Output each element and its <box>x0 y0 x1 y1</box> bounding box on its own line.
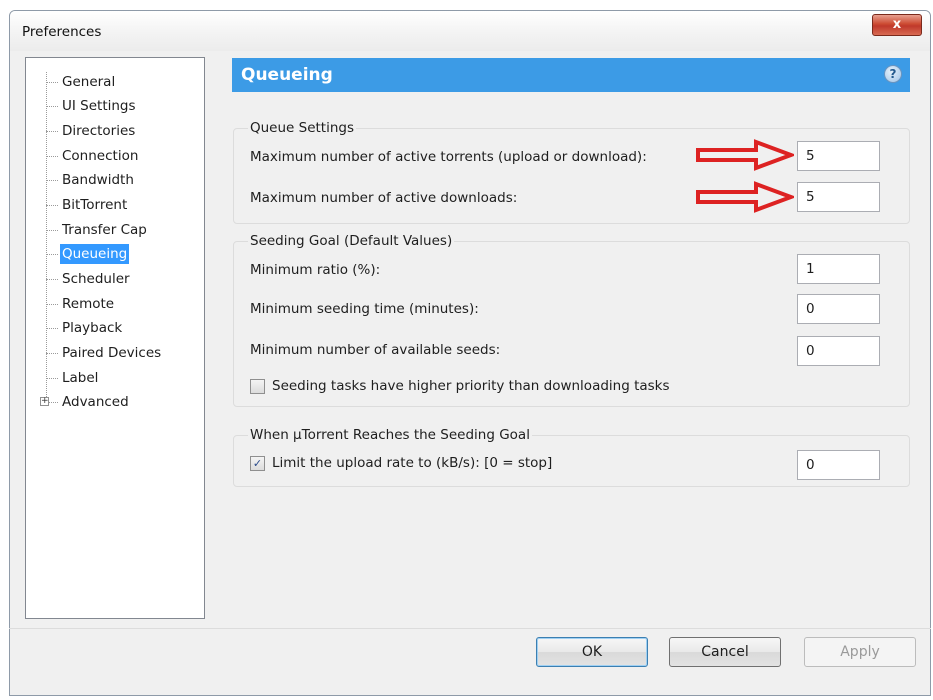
tree-item-label: Remote <box>62 296 115 312</box>
min-seeding-time-label: Minimum seeding time (minutes): <box>250 301 479 317</box>
tree-branch <box>46 205 58 206</box>
min-ratio-label: Minimum ratio (%): <box>250 262 381 278</box>
tree-item-label: Directories <box>62 123 136 139</box>
tree-item-label: Paired Devices <box>62 345 162 361</box>
window-title: Preferences <box>22 24 102 40</box>
tree-branch <box>46 254 58 255</box>
help-icon[interactable]: ? <box>884 65 902 83</box>
close-button[interactable]: x <box>872 14 922 36</box>
tree-branch <box>46 304 58 305</box>
annotation-arrow-icon <box>696 139 794 171</box>
tree-branch <box>46 156 58 157</box>
tree-item-transfer-cap[interactable]: Transfer Cap <box>26 219 204 241</box>
max-active-torrents-input[interactable]: 5 <box>797 141 880 171</box>
footer-divider <box>9 628 931 629</box>
group-title: When µTorrent Reaches the Seeding Goal <box>248 427 532 443</box>
apply-button[interactable]: Apply <box>804 637 916 667</box>
tree-item-label: Scheduler <box>62 271 130 287</box>
limit-upload-label[interactable]: Limit the upload rate to (kB/s): [0 = st… <box>272 455 552 471</box>
min-seeds-input[interactable]: 0 <box>797 336 880 366</box>
tree-item-label: BitTorrent <box>62 197 128 213</box>
tree-branch <box>46 82 58 83</box>
tree-item-label: Queueing <box>60 244 130 264</box>
tree-item-scheduler[interactable]: Scheduler <box>26 268 204 290</box>
min-seeding-time-input[interactable]: 0 <box>797 294 880 324</box>
tree-item-paired-devices[interactable]: Paired Devices <box>26 342 204 364</box>
group-title: Queue Settings <box>248 120 357 136</box>
min-seeds-label: Minimum number of available seeds: <box>250 342 501 358</box>
tree-branch <box>46 131 58 132</box>
tree-branch <box>46 279 58 280</box>
tree-item-advanced[interactable]: + Advanced <box>26 391 204 413</box>
tree-item-remote[interactable]: Remote <box>26 293 204 315</box>
tree-item-label: Bandwidth <box>62 172 134 188</box>
max-active-downloads-label: Maximum number of active downloads: <box>250 190 518 206</box>
tree-item-connection[interactable]: Connection <box>26 145 204 167</box>
max-active-downloads-input[interactable]: 5 <box>797 182 880 212</box>
tree-branch <box>46 328 58 329</box>
tree-item-directories[interactable]: Directories <box>26 120 204 142</box>
tree-item-bittorrent[interactable]: BitTorrent <box>26 194 204 216</box>
tree-item-label: Advanced <box>62 394 129 410</box>
tree-item-label: Transfer Cap <box>62 222 147 238</box>
tree-item-playback[interactable]: Playback <box>26 317 204 339</box>
tree-item-ui-settings[interactable]: UI Settings <box>26 95 204 117</box>
tree-branch <box>46 378 58 379</box>
navigation-tree: General UI Settings Directories Connecti… <box>25 57 205 619</box>
tree-branch <box>46 230 58 231</box>
min-ratio-input[interactable]: 1 <box>797 254 880 284</box>
cancel-button[interactable]: Cancel <box>669 637 781 667</box>
annotation-arrow-icon <box>696 181 794 213</box>
tree-item-general[interactable]: General <box>26 71 204 93</box>
tree-branch <box>46 180 58 181</box>
seeding-priority-label[interactable]: Seeding tasks have higher priority than … <box>272 378 670 394</box>
title-bar[interactable]: Preferences x <box>10 11 930 51</box>
tree-item-label: Playback <box>62 320 123 336</box>
tree-item-queueing[interactable]: Queueing <box>26 243 204 265</box>
group-title: Seeding Goal (Default Values) <box>248 233 455 249</box>
ok-button[interactable]: OK <box>536 637 648 667</box>
section-header: Queueing ? <box>232 58 910 92</box>
limit-upload-input[interactable]: 0 <box>797 450 880 480</box>
expand-plus-icon[interactable]: + <box>40 397 49 406</box>
tree-item-label: Label <box>62 370 99 386</box>
seeding-priority-checkbox[interactable] <box>250 379 265 394</box>
tree-item-label: UI Settings <box>62 98 136 114</box>
tree-item-label: Connection <box>62 148 139 164</box>
tree-item-label: General <box>62 74 116 90</box>
tree-branch <box>46 353 58 354</box>
tree-item-bandwidth[interactable]: Bandwidth <box>26 169 204 191</box>
max-active-torrents-label: Maximum number of active torrents (uploa… <box>250 149 647 165</box>
limit-upload-checkbox[interactable]: ✓ <box>250 456 265 471</box>
tree-item-label-settings[interactable]: Label <box>26 367 204 389</box>
section-title: Queueing <box>241 65 333 85</box>
tree-branch <box>46 106 58 107</box>
